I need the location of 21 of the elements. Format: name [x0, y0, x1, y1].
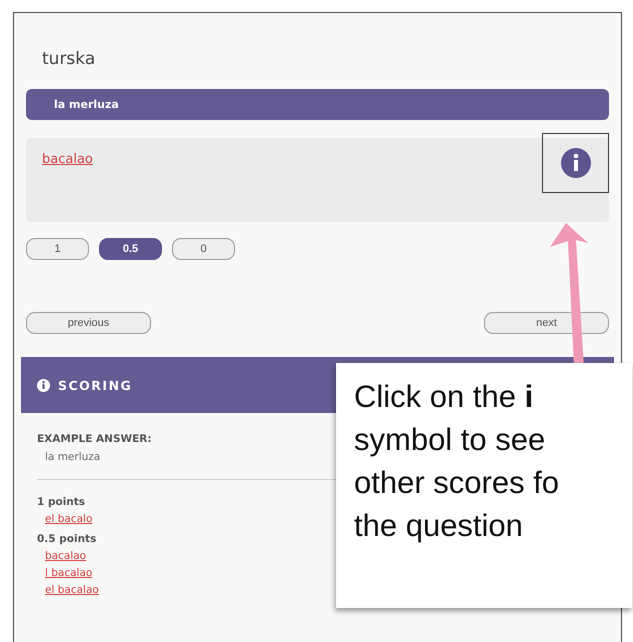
- next-button[interactable]: next: [484, 312, 609, 334]
- example-label: EXAMPLE ANSWER:: [37, 433, 152, 445]
- student-response: bacalao: [42, 152, 93, 167]
- answer-link[interactable]: bacalao: [37, 550, 86, 562]
- answer-bar: la merluza: [26, 89, 609, 120]
- previous-button[interactable]: previous: [26, 312, 151, 334]
- score-button[interactable]: 1: [26, 238, 89, 260]
- answer-link[interactable]: el bacalao: [37, 584, 99, 596]
- scoring-title: SCORING: [58, 378, 132, 392]
- answer-link[interactable]: l bacalao: [37, 567, 92, 579]
- example-answer: la merluza: [44, 450, 102, 463]
- info-icon: [37, 378, 50, 392]
- info-button[interactable]: [542, 133, 609, 193]
- score-button[interactable]: 0: [172, 238, 235, 260]
- info-icon: [560, 148, 590, 178]
- callout-text: Click on the i symbol to see other scores fo the question: [354, 378, 560, 545]
- points-label: 1 points: [37, 496, 86, 508]
- answer-link[interactable]: el bacalo: [37, 513, 92, 525]
- points-label: 0.5 points: [37, 533, 96, 545]
- question-prompt: turska: [41, 48, 96, 71]
- score-button[interactable]: 0.5: [99, 238, 162, 260]
